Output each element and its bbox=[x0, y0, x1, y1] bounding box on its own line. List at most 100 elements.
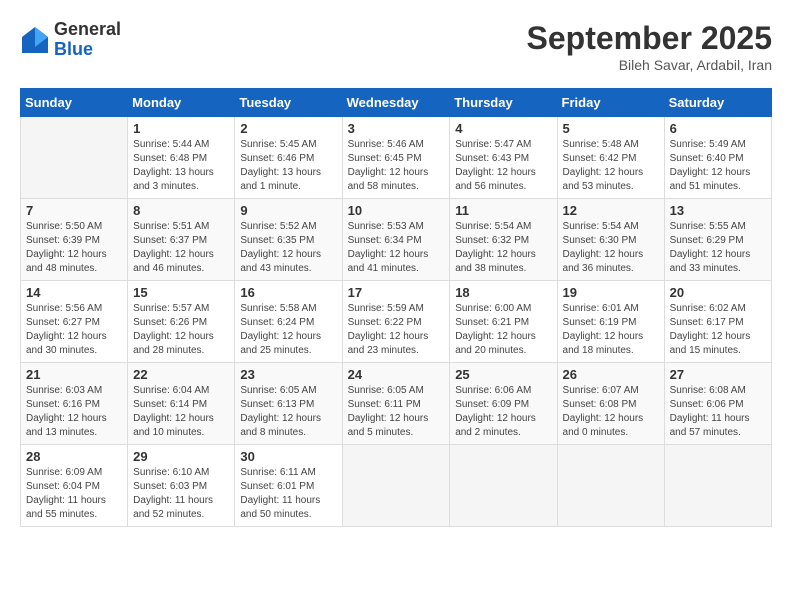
calendar-cell: 3 Sunrise: 5:46 AM Sunset: 6:45 PM Daylig… bbox=[342, 117, 450, 199]
calendar-table: SundayMondayTuesdayWednesdayThursdayFrid… bbox=[20, 88, 772, 527]
weekday-header: Friday bbox=[557, 89, 664, 117]
calendar-cell: 11Sunrise: 5:54 AM Sunset: 6:32 PM Dayli… bbox=[450, 199, 557, 281]
weekday-header: Saturday bbox=[664, 89, 771, 117]
calendar-cell: 9 Sunrise: 5:52 AM Sunset: 6:35 PM Daylig… bbox=[235, 199, 342, 281]
day-info: Sunrise: 5:58 AM Sunset: 6:24 PM Dayligh… bbox=[240, 302, 336, 358]
calendar-cell: 16 Sunrise: 5:58 AM Sunset: 6:24 PM Dayli… bbox=[235, 281, 342, 363]
day-info: Sunrise: 5:53 AM Sunset: 6:34 PM Dayligh… bbox=[348, 220, 445, 276]
day-info: Sunrise: 6:05 AM Sunset: 6:13 PM Dayligh… bbox=[240, 384, 336, 440]
calendar-cell: 10 Sunrise: 5:53 AM Sunset: 6:34 PM Dayli… bbox=[342, 199, 450, 281]
calendar-cell: 27Sunrise: 6:08 AM Sunset: 6:06 PM Dayli… bbox=[664, 363, 771, 445]
day-info: Sunrise: 5:46 AM Sunset: 6:45 PM Dayligh… bbox=[348, 138, 445, 194]
day-number: 19 bbox=[563, 285, 659, 300]
day-info: Sunrise: 5:56 AM Sunset: 6:27 PM Dayligh… bbox=[26, 302, 122, 358]
day-info: Sunrise: 6:01 AM Sunset: 6:19 PM Dayligh… bbox=[563, 302, 659, 358]
day-number: 11 bbox=[455, 203, 551, 218]
day-number: 10 bbox=[348, 203, 445, 218]
calendar-cell bbox=[342, 445, 450, 527]
page-header: General Blue September 2025 Bileh Savar,… bbox=[20, 20, 772, 73]
day-info: Sunrise: 6:02 AM Sunset: 6:17 PM Dayligh… bbox=[670, 302, 766, 358]
calendar-cell bbox=[664, 445, 771, 527]
calendar-cell: 6 Sunrise: 5:49 AM Sunset: 6:40 PM Daylig… bbox=[664, 117, 771, 199]
day-info: Sunrise: 6:06 AM Sunset: 6:09 PM Dayligh… bbox=[455, 384, 551, 440]
calendar-cell: 14 Sunrise: 5:56 AM Sunset: 6:27 PM Dayli… bbox=[21, 281, 128, 363]
day-number: 14 bbox=[26, 285, 122, 300]
calendar-cell: 4Sunrise: 5:47 AM Sunset: 6:43 PM Daylig… bbox=[450, 117, 557, 199]
calendar-cell: 24Sunrise: 6:05 AM Sunset: 6:11 PM Dayli… bbox=[342, 363, 450, 445]
day-number: 22 bbox=[133, 367, 229, 382]
calendar-cell: 21Sunrise: 6:03 AM Sunset: 6:16 PM Dayli… bbox=[21, 363, 128, 445]
day-number: 9 bbox=[240, 203, 336, 218]
day-number: 7 bbox=[26, 203, 122, 218]
day-info: Sunrise: 6:08 AM Sunset: 6:06 PM Dayligh… bbox=[670, 384, 766, 440]
day-info: Sunrise: 6:04 AM Sunset: 6:14 PM Dayligh… bbox=[133, 384, 229, 440]
calendar-week-row: 14 Sunrise: 5:56 AM Sunset: 6:27 PM Dayli… bbox=[21, 281, 772, 363]
day-number: 25 bbox=[455, 367, 551, 382]
calendar-cell: 8 Sunrise: 5:51 AM Sunset: 6:37 PM Daylig… bbox=[128, 199, 235, 281]
calendar-cell: 25 Sunrise: 6:06 AM Sunset: 6:09 PM Dayli… bbox=[450, 363, 557, 445]
day-info: Sunrise: 5:52 AM Sunset: 6:35 PM Dayligh… bbox=[240, 220, 336, 276]
day-number: 26 bbox=[563, 367, 659, 382]
day-number: 18 bbox=[455, 285, 551, 300]
calendar-cell: 29Sunrise: 6:10 AM Sunset: 6:03 PM Dayli… bbox=[128, 445, 235, 527]
day-info: Sunrise: 5:50 AM Sunset: 6:39 PM Dayligh… bbox=[26, 220, 122, 276]
day-number: 29 bbox=[133, 449, 229, 464]
day-info: Sunrise: 5:45 AM Sunset: 6:46 PM Dayligh… bbox=[240, 138, 336, 194]
logo-text: General Blue bbox=[54, 20, 121, 60]
weekday-header: Monday bbox=[128, 89, 235, 117]
day-info: Sunrise: 5:48 AM Sunset: 6:42 PM Dayligh… bbox=[563, 138, 659, 194]
day-number: 12 bbox=[563, 203, 659, 218]
weekday-header: Wednesday bbox=[342, 89, 450, 117]
day-info: Sunrise: 6:00 AM Sunset: 6:21 PM Dayligh… bbox=[455, 302, 551, 358]
calendar-cell: 23Sunrise: 6:05 AM Sunset: 6:13 PM Dayli… bbox=[235, 363, 342, 445]
calendar-week-row: 1Sunrise: 5:44 AM Sunset: 6:48 PM Daylig… bbox=[21, 117, 772, 199]
calendar-cell: 2 Sunrise: 5:45 AM Sunset: 6:46 PM Daylig… bbox=[235, 117, 342, 199]
month-title: September 2025 bbox=[527, 20, 772, 57]
weekday-header: Tuesday bbox=[235, 89, 342, 117]
calendar-cell: 19 Sunrise: 6:01 AM Sunset: 6:19 PM Dayli… bbox=[557, 281, 664, 363]
calendar-cell: 30Sunrise: 6:11 AM Sunset: 6:01 PM Dayli… bbox=[235, 445, 342, 527]
calendar-cell bbox=[450, 445, 557, 527]
day-number: 8 bbox=[133, 203, 229, 218]
calendar-cell: 13 Sunrise: 5:55 AM Sunset: 6:29 PM Dayli… bbox=[664, 199, 771, 281]
calendar-cell bbox=[21, 117, 128, 199]
calendar-cell: 20 Sunrise: 6:02 AM Sunset: 6:17 PM Dayli… bbox=[664, 281, 771, 363]
day-number: 3 bbox=[348, 121, 445, 136]
day-number: 2 bbox=[240, 121, 336, 136]
calendar-week-row: 7 Sunrise: 5:50 AM Sunset: 6:39 PM Daylig… bbox=[21, 199, 772, 281]
day-info: Sunrise: 5:47 AM Sunset: 6:43 PM Dayligh… bbox=[455, 138, 551, 194]
calendar-cell bbox=[557, 445, 664, 527]
day-number: 28 bbox=[26, 449, 122, 464]
day-info: Sunrise: 5:55 AM Sunset: 6:29 PM Dayligh… bbox=[670, 220, 766, 276]
weekday-header: Sunday bbox=[21, 89, 128, 117]
day-number: 24 bbox=[348, 367, 445, 382]
weekday-header: Thursday bbox=[450, 89, 557, 117]
day-number: 17 bbox=[348, 285, 445, 300]
day-number: 15 bbox=[133, 285, 229, 300]
calendar-header-row: SundayMondayTuesdayWednesdayThursdayFrid… bbox=[21, 89, 772, 117]
calendar-cell: 12 Sunrise: 5:54 AM Sunset: 6:30 PM Dayli… bbox=[557, 199, 664, 281]
calendar-cell: 28 Sunrise: 6:09 AM Sunset: 6:04 PM Dayli… bbox=[21, 445, 128, 527]
day-number: 6 bbox=[670, 121, 766, 136]
calendar-week-row: 28 Sunrise: 6:09 AM Sunset: 6:04 PM Dayli… bbox=[21, 445, 772, 527]
calendar-cell: 26Sunrise: 6:07 AM Sunset: 6:08 PM Dayli… bbox=[557, 363, 664, 445]
day-info: Sunrise: 5:51 AM Sunset: 6:37 PM Dayligh… bbox=[133, 220, 229, 276]
calendar-cell: 17 Sunrise: 5:59 AM Sunset: 6:22 PM Dayli… bbox=[342, 281, 450, 363]
logo-icon bbox=[20, 25, 50, 55]
day-number: 20 bbox=[670, 285, 766, 300]
location-subtitle: Bileh Savar, Ardabil, Iran bbox=[527, 57, 772, 73]
day-number: 30 bbox=[240, 449, 336, 464]
day-info: Sunrise: 5:49 AM Sunset: 6:40 PM Dayligh… bbox=[670, 138, 766, 194]
calendar-cell: 18 Sunrise: 6:00 AM Sunset: 6:21 PM Dayli… bbox=[450, 281, 557, 363]
day-info: Sunrise: 5:54 AM Sunset: 6:30 PM Dayligh… bbox=[563, 220, 659, 276]
calendar-cell: 15Sunrise: 5:57 AM Sunset: 6:26 PM Dayli… bbox=[128, 281, 235, 363]
day-info: Sunrise: 6:09 AM Sunset: 6:04 PM Dayligh… bbox=[26, 466, 122, 522]
day-number: 21 bbox=[26, 367, 122, 382]
calendar-cell: 5Sunrise: 5:48 AM Sunset: 6:42 PM Daylig… bbox=[557, 117, 664, 199]
day-number: 13 bbox=[670, 203, 766, 218]
title-area: September 2025 Bileh Savar, Ardabil, Ira… bbox=[527, 20, 772, 73]
calendar-week-row: 21Sunrise: 6:03 AM Sunset: 6:16 PM Dayli… bbox=[21, 363, 772, 445]
day-number: 1 bbox=[133, 121, 229, 136]
day-number: 16 bbox=[240, 285, 336, 300]
day-info: Sunrise: 5:59 AM Sunset: 6:22 PM Dayligh… bbox=[348, 302, 445, 358]
